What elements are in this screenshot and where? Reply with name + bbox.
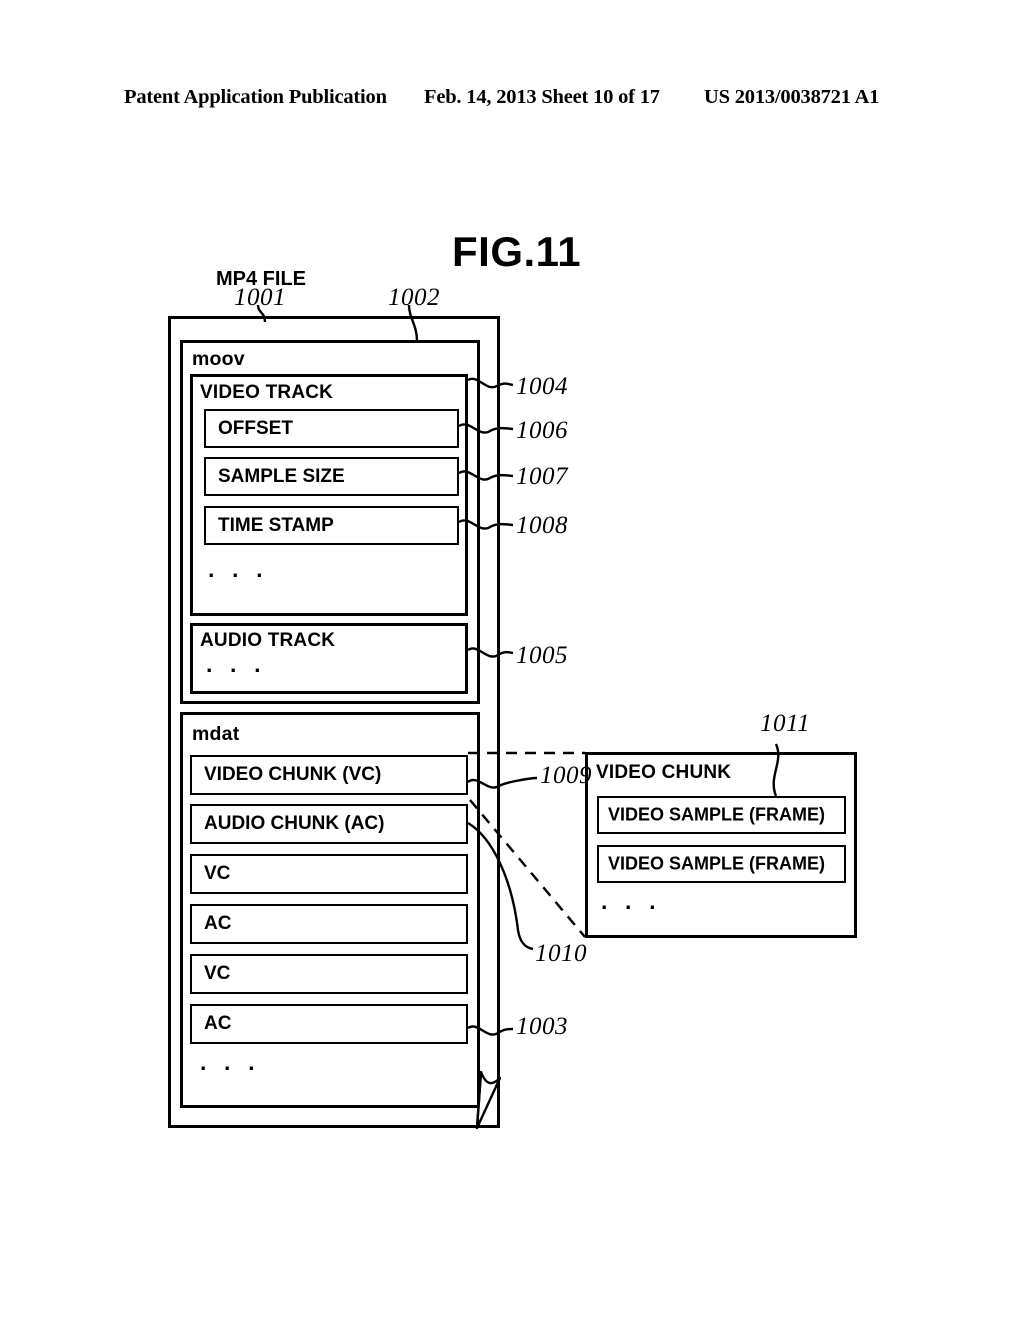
chunk-label: AC	[204, 1013, 232, 1034]
mdat-ellipsis: · · ·	[200, 1055, 261, 1081]
time-stamp-box: TIME STAMP	[204, 506, 459, 545]
reference-numeral-1008: 1008	[516, 512, 568, 539]
reference-numeral-1009: 1009	[540, 762, 592, 789]
moov-label: moov	[192, 348, 245, 370]
video-track-label: VIDEO TRACK	[200, 382, 334, 403]
chunk-label: AUDIO CHUNK (AC)	[204, 813, 385, 834]
chunk-label: VC	[204, 963, 231, 984]
video-sample-box-1: VIDEO SAMPLE (FRAME)	[597, 796, 846, 834]
patent-header: Patent Application Publication Feb. 14, …	[0, 86, 1024, 120]
mdat-label: mdat	[192, 723, 240, 745]
audio-track-ellipsis: · · ·	[206, 657, 267, 683]
leader-lines-overlay	[256, 304, 780, 1130]
chunk-box-audio-chunk-ac: AUDIO CHUNK (AC)	[190, 804, 468, 844]
chunk-box-vc-3: VC	[190, 954, 468, 994]
reference-numeral-1005: 1005	[516, 642, 568, 669]
offset-label: OFFSET	[218, 417, 293, 439]
chunk-box-vc-2: VC	[190, 854, 468, 894]
video-chunk-detail-ellipsis: · · ·	[601, 894, 662, 920]
chunk-label: VC	[204, 863, 231, 884]
publication-title: Patent Application Publication	[124, 86, 387, 108]
chunk-label: AC	[204, 913, 232, 934]
reference-numeral-1001: 1001	[234, 284, 286, 311]
reference-numeral-1003: 1003	[516, 1013, 568, 1040]
chunk-box-ac-2: AC	[190, 904, 468, 944]
audio-track-label: AUDIO TRACK	[200, 630, 336, 651]
video-sample-label: VIDEO SAMPLE (FRAME)	[608, 804, 826, 825]
figure-title: FIG.11	[452, 228, 582, 275]
patent-number: US 2013/0038721 A1	[704, 86, 880, 108]
chunk-label: VIDEO CHUNK (VC)	[204, 764, 382, 785]
offset-box: OFFSET	[204, 409, 459, 448]
reference-numeral-1004: 1004	[516, 373, 568, 400]
reference-numeral-1011: 1011	[760, 710, 811, 737]
reference-numeral-1006: 1006	[516, 417, 568, 444]
reference-numeral-1007: 1007	[516, 463, 568, 490]
time-stamp-label: TIME STAMP	[218, 514, 334, 536]
chunk-box-video-chunk-vc: VIDEO CHUNK (VC)	[190, 755, 468, 795]
chunk-box-ac-3: AC	[190, 1004, 468, 1044]
date-and-sheet: Feb. 14, 2013 Sheet 10 of 17	[424, 86, 660, 108]
video-chunk-detail-label: VIDEO CHUNK	[596, 762, 732, 783]
sample-size-label: SAMPLE SIZE	[218, 465, 345, 487]
reference-numeral-1010: 1010	[535, 940, 587, 967]
sample-size-box: SAMPLE SIZE	[204, 457, 459, 496]
reference-numeral-1002: 1002	[388, 284, 440, 311]
video-sample-label: VIDEO SAMPLE (FRAME)	[608, 853, 826, 874]
video-track-ellipsis: · · ·	[208, 562, 269, 588]
video-sample-box-2: VIDEO SAMPLE (FRAME)	[597, 845, 846, 883]
